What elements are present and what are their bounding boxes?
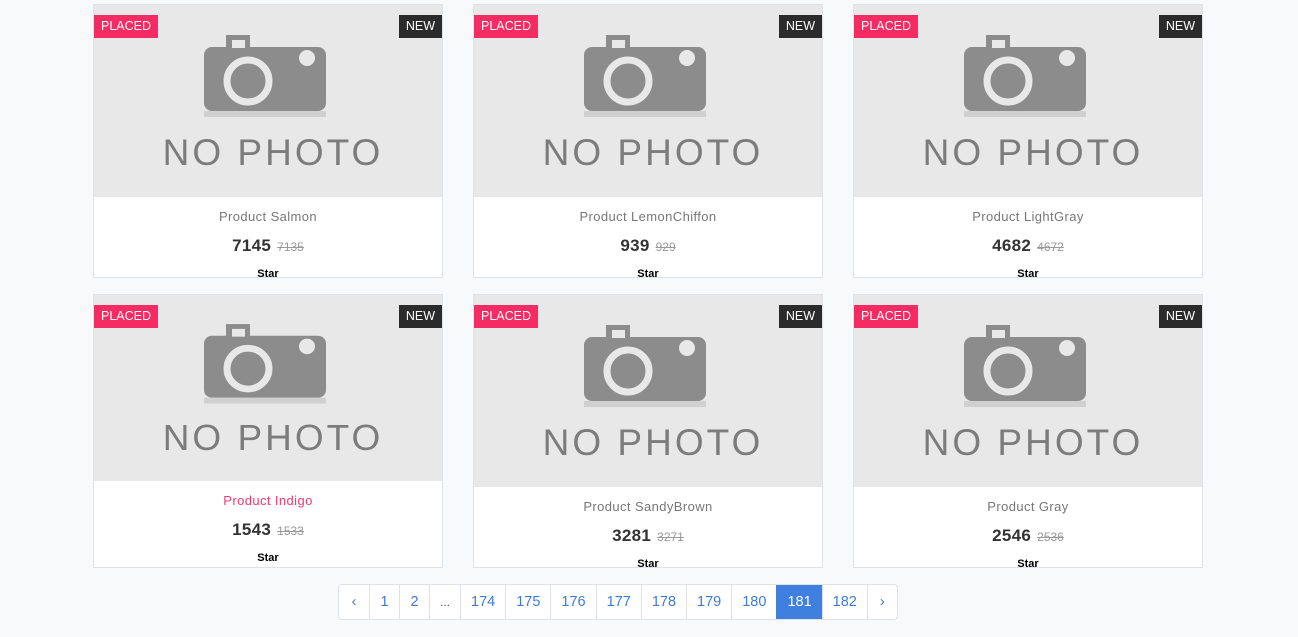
current-price: 7145 [232,236,272,255]
product-price: 7145 7135 [94,236,442,256]
old-price: 7135 [277,240,304,254]
old-price: 929 [655,240,676,254]
star-label: Star [1017,558,1039,568]
svg-text:NO PHOTO: NO PHOTO [543,132,764,173]
product-price: 939 929 [474,236,822,256]
product-info: Product LightGray 4682 4672 Star [854,209,1202,278]
svg-text:NO PHOTO: NO PHOTO [923,422,1144,463]
new-badge: NEW [398,15,442,38]
page-link-179[interactable]: 179 [686,585,731,619]
product-info: Product LemonChiffon 939 929 Star [474,209,822,278]
svg-text:NO PHOTO: NO PHOTO [923,132,1144,173]
svg-text:NO PHOTO: NO PHOTO [163,418,384,458]
page-link-177[interactable]: 177 [595,585,641,619]
product-info: Product Salmon 7145 7135 Star [94,209,442,278]
product-title[interactable]: Product Salmon [94,209,442,224]
old-price: 1533 [277,524,304,538]
placed-badge: PLACED [474,305,539,328]
star-label: Star [637,268,659,278]
product-info: Product SandyBrown 3281 3271 Star [474,499,822,568]
pagination: ‹ 1 2 ... 174 175 176 177 178 179 180 18… [338,584,898,620]
product-card[interactable]: NO PHOTO PLACED NEW Product LightGray 46… [853,4,1203,278]
current-price: 2546 [992,526,1032,545]
page-link-181-active[interactable]: 181 [776,585,822,619]
page-link-180[interactable]: 180 [731,585,776,619]
page-link-182[interactable]: 182 [821,585,867,619]
product-photo[interactable]: NO PHOTO PLACED NEW [94,295,442,481]
placed-badge: PLACED [854,15,919,38]
svg-text:NO PHOTO: NO PHOTO [163,132,384,173]
new-badge: NEW [778,305,822,328]
current-price: 939 [620,236,650,255]
product-info: Product Gray 2546 2536 Star [854,499,1202,568]
product-price: 2546 2536 [854,526,1202,546]
placed-badge: PLACED [474,15,539,38]
page-link-1[interactable]: 1 [369,585,399,619]
placed-badge: PLACED [94,305,159,328]
product-price: 3281 3271 [474,526,822,546]
placed-badge: PLACED [94,15,159,38]
product-title[interactable]: Product LemonChiffon [474,209,822,224]
current-price: 1543 [232,520,272,539]
product-price: 1543 1533 [94,520,442,540]
old-price: 3271 [657,530,684,544]
product-card[interactable]: NO PHOTO PLACED NEW Product Indigo 1543 1… [93,294,443,568]
next-page-button[interactable]: › [866,585,897,619]
new-badge: NEW [778,15,822,38]
product-card[interactable]: NO PHOTO PLACED NEW Product SandyBrown 3… [473,294,823,568]
product-title[interactable]: Product Indigo [94,493,442,508]
page-link-2[interactable]: 2 [399,585,429,619]
star-label: Star [637,558,659,568]
current-price: 4682 [992,236,1032,255]
product-title[interactable]: Product LightGray [854,209,1202,224]
page-ellipsis: ... [429,585,460,619]
product-info: Product Indigo 1543 1533 Star [94,493,442,564]
product-photo[interactable]: NO PHOTO PLACED NEW [474,295,822,487]
old-price: 2536 [1037,530,1064,544]
product-photo[interactable]: NO PHOTO PLACED NEW [854,5,1202,197]
page-link-175[interactable]: 175 [505,585,550,619]
star-label: Star [257,552,279,564]
product-price: 4682 4672 [854,236,1202,256]
old-price: 4672 [1037,240,1064,254]
star-label: Star [257,268,279,278]
product-photo[interactable]: NO PHOTO PLACED NEW [854,295,1202,487]
product-card[interactable]: NO PHOTO PLACED NEW Product Salmon 7145 7… [93,4,443,278]
product-card[interactable]: NO PHOTO PLACED NEW Product Gray 2546 253… [853,294,1203,568]
product-photo[interactable]: NO PHOTO PLACED NEW [474,5,822,197]
page-link-178[interactable]: 178 [640,585,686,619]
product-photo[interactable]: NO PHOTO PLACED NEW [94,5,442,197]
placed-badge: PLACED [854,305,919,328]
page-link-174[interactable]: 174 [460,585,505,619]
svg-text:NO PHOTO: NO PHOTO [543,422,764,463]
product-title[interactable]: Product SandyBrown [474,499,822,514]
prev-page-button[interactable]: ‹ [339,585,369,619]
page-link-176[interactable]: 176 [550,585,595,619]
new-badge: NEW [1158,15,1202,38]
current-price: 3281 [612,526,652,545]
product-title[interactable]: Product Gray [854,499,1202,514]
new-badge: NEW [1158,305,1202,328]
star-label: Star [1017,268,1039,278]
new-badge: NEW [398,305,442,328]
product-card[interactable]: NO PHOTO PLACED NEW Product LemonChiffon… [473,4,823,278]
